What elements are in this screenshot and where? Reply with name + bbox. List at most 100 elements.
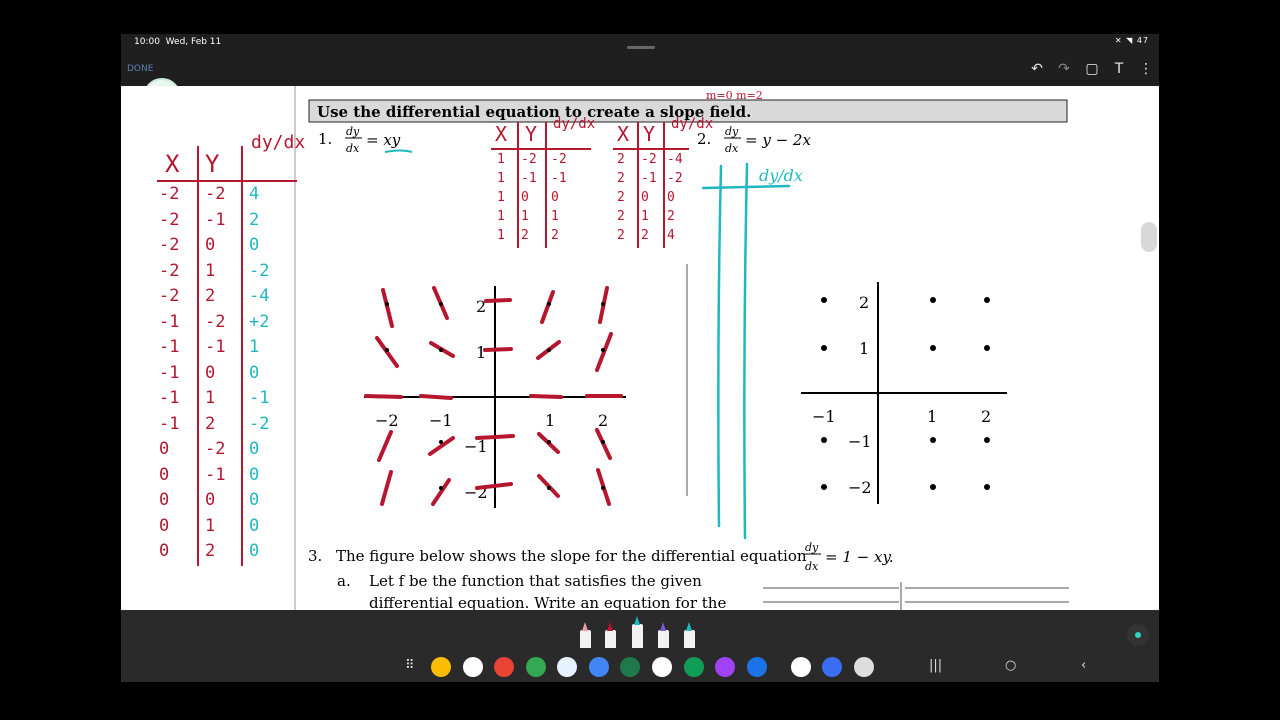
mid2-y-header: Y	[643, 122, 656, 146]
text-tool-icon[interactable]: T	[1109, 59, 1129, 79]
left-table-cell: -2	[205, 439, 226, 459]
mid-table-2-cell: 2	[667, 209, 675, 224]
left-handwritten-table: X Y dy/dx -2 -2 4 -2 -1 2 -2 0 0 -2 1 -2 -2 2 -4 -1 -2 +2…	[157, 132, 305, 586]
mid-table-2-cell: 0	[667, 190, 675, 205]
white-pen-icon[interactable]	[632, 616, 643, 648]
mid-table-2-cell: 2	[617, 209, 625, 224]
q3-dx: dx	[805, 560, 819, 573]
eraser-tool-icon[interactable]	[580, 622, 591, 648]
left-table-cell: -2	[159, 209, 180, 230]
left-table-cell: 0	[159, 439, 170, 459]
q1-dy: dy	[346, 125, 360, 138]
q1-dx: dx	[346, 142, 360, 155]
q2-slope-field: −1 1 2 2 1 −1 −2	[801, 282, 1007, 504]
top-handwritten-note: m=0 m=2	[706, 89, 763, 102]
q3a-line2: differential equation. Write an equation…	[369, 594, 726, 610]
left-table-cell: -1	[205, 337, 226, 357]
play-store-app-icon[interactable]	[791, 657, 811, 677]
teal-pen-icon[interactable]	[684, 622, 695, 648]
page-scroll-handle[interactable]	[1141, 222, 1157, 252]
q2-tick-x-2: 2	[981, 407, 991, 426]
page-edit-icon[interactable]: ▢	[1082, 59, 1102, 79]
purple-pen-icon[interactable]	[658, 622, 669, 648]
files-app-icon[interactable]	[747, 657, 767, 677]
left-table-cell: 0	[159, 490, 170, 510]
mid1-dydx-header: dy/dx	[553, 116, 596, 132]
recents-nav-icon[interactable]: |||	[929, 658, 942, 673]
pen-toolbar: ⠿ ||| ○ ‹	[121, 610, 1159, 682]
status-time: 10:00 Wed, Feb 11	[134, 37, 222, 47]
system-status-icons: ✕ ◥ 47	[1114, 36, 1149, 45]
q2-dx: dx	[725, 142, 739, 155]
sheets-app-icon[interactable]	[684, 657, 704, 677]
left-table-cell: 0	[205, 490, 216, 510]
mid2-x-header: X	[617, 122, 630, 146]
home-nav-icon[interactable]: ○	[1005, 658, 1016, 673]
cloud-app-icon[interactable]	[557, 657, 577, 677]
mid-table-2-cell: -2	[641, 152, 657, 167]
q2-tick-y-neg2: −2	[848, 478, 872, 497]
mail-app-icon[interactable]	[589, 657, 609, 677]
left-table-cell: -2	[205, 184, 226, 204]
more-vert-icon[interactable]: ⋮	[1136, 59, 1156, 79]
left-table-cell: -2	[159, 235, 180, 255]
redo-icon[interactable]: ↷	[1054, 59, 1074, 79]
classroom-app-icon[interactable]	[526, 657, 546, 677]
left-table-cell: 4	[249, 184, 260, 204]
notes-toolbar: DONE ↶ ↷ ▢ T ⋮	[121, 52, 1159, 116]
q3-text: The figure below shows the slope for the…	[336, 547, 807, 565]
undo-icon[interactable]: ↶	[1027, 59, 1047, 79]
left-table-cell: 0	[249, 515, 260, 536]
mid-table-1-cell: -2	[551, 152, 567, 167]
mid2-dydx-header: dy/dx	[671, 116, 714, 132]
mid-table-1-cell: 1	[497, 190, 505, 205]
mid-table-2-cell: 1	[641, 209, 649, 224]
mid-table-1-cell: 2	[521, 228, 529, 243]
mid-table-1-cell: -1	[521, 171, 537, 186]
q1-tick-x-neg2: −2	[375, 411, 399, 430]
mid-table-2: X Y dy/dx 2 -2 -4 2 -1 -2 2 0 0 2 1 2 2 2 4	[613, 116, 723, 252]
q3-number: 3.	[308, 547, 322, 565]
left-table-cell: -4	[249, 286, 270, 306]
worksheet-page[interactable]: Use the differential equation to create …	[121, 86, 1159, 610]
drive-app-icon[interactable]	[431, 657, 451, 677]
q2-rhs: = y − 2x	[745, 131, 811, 149]
mid-table-2-cell: -1	[641, 171, 657, 186]
mid-table-2-cell: -2	[667, 171, 683, 186]
mid-table-2-cell: 2	[617, 171, 625, 186]
camera-app-icon[interactable]	[854, 657, 874, 677]
drag-handle[interactable]	[627, 46, 655, 49]
left-table-cell: 0	[249, 362, 260, 383]
left-table-y-header: Y	[205, 150, 220, 178]
chrome-app-icon[interactable]	[494, 657, 514, 677]
mid1-y-header: Y	[525, 122, 538, 146]
mid-table-1-cell: 2	[551, 228, 559, 243]
left-table-cell: -1	[159, 413, 180, 434]
left-table-cell: -2	[249, 260, 270, 281]
left-table-cell: 0	[159, 464, 170, 485]
q3a-line1: Let f be the function that satisfies the…	[369, 572, 702, 590]
photos-app-icon[interactable]	[715, 657, 735, 677]
left-table-cell: 0	[159, 541, 170, 561]
back-nav-icon[interactable]: ‹	[1081, 658, 1086, 673]
f-app-icon[interactable]	[822, 657, 842, 677]
red-pen-icon[interactable]	[605, 622, 616, 648]
left-table-cell: 1	[249, 337, 260, 357]
apps-grid-icon[interactable]: ⠿	[405, 658, 415, 673]
q2-tick-x-neg1: −1	[812, 407, 836, 426]
left-table-cell: 0	[205, 235, 216, 255]
done-button[interactable]: DONE	[127, 64, 153, 74]
left-table-cell: 0	[249, 235, 260, 255]
q2-tick-x-1: 1	[927, 407, 937, 426]
gmail-app-icon[interactable]	[652, 657, 672, 677]
left-table-cell: -1	[249, 388, 270, 408]
left-table-cell: 0	[249, 439, 260, 459]
left-table-cell: -1	[159, 362, 180, 383]
assistant-dot-icon[interactable]	[1127, 624, 1149, 646]
tablet-screen: 10:00 Wed, Feb 11 ✕ ◥ 47 DONE ↶ ↷ ▢ T ⋮ …	[121, 34, 1159, 682]
mid-table-1-cell: 1	[497, 228, 505, 243]
left-table-cell: -1	[159, 337, 180, 357]
notes-app-icon[interactable]	[463, 657, 483, 677]
mid1-x-header: X	[495, 122, 508, 146]
calculator-app-icon[interactable]	[620, 657, 640, 677]
